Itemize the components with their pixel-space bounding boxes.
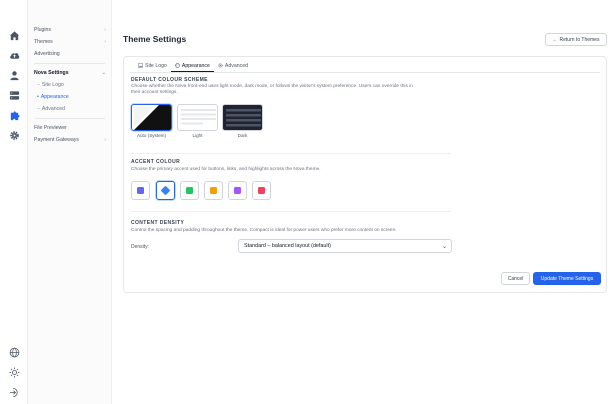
sidebar-item-label: Advanced: [41, 106, 65, 112]
density-label: Density:: [131, 244, 150, 250]
section-divider: [131, 153, 451, 154]
sidebar-subitem-advanced[interactable]: – Advanced: [28, 103, 111, 115]
sidebar-item-label: Payment Gateways: [34, 137, 79, 143]
accent-swatch-purple[interactable]: [228, 181, 247, 200]
scheme-label: Dark: [237, 133, 248, 138]
sidebar-divider: [34, 63, 105, 64]
swatch-chip: [137, 187, 144, 194]
scheme-thumb-auto: [131, 104, 172, 131]
tab-label: Appearance: [181, 62, 210, 69]
chevron-right-icon: ›: [104, 137, 106, 143]
section-title-colour-scheme: DEFAULT COLOUR SCHEME: [131, 77, 208, 83]
settings-sidebar: Plugins › Themes › Advertising Nova Sett…: [28, 0, 112, 404]
update-theme-settings-button[interactable]: Update Theme Settings: [533, 272, 601, 285]
sidebar-item-advertising[interactable]: Advertising: [28, 48, 111, 60]
section-desc-colour-scheme: Choose whether the Nova front-end uses l…: [131, 84, 413, 97]
logout-icon[interactable]: [8, 386, 20, 398]
user-icon[interactable]: [8, 69, 20, 81]
scheme-thumb-light: [177, 104, 218, 131]
accent-swatch-blue[interactable]: [156, 181, 175, 200]
sidebar-item-nova-settings[interactable]: Nova Settings ⌄: [28, 67, 111, 79]
sidebar-divider: [34, 118, 105, 119]
sidebar-item-label: Site Logo: [41, 82, 64, 88]
page-title: Theme Settings: [123, 34, 187, 44]
tab-label: Advanced: [224, 62, 248, 69]
sidebar-item-label: Plugins: [34, 27, 52, 33]
accent-swatch-indigo[interactable]: [131, 181, 150, 200]
arrow-left-icon: ←: [552, 36, 558, 43]
tab-site-logo[interactable]: Site Logo: [134, 60, 171, 72]
settings-card: Site Logo Appearance Advanced DEFAULT CO…: [123, 56, 607, 293]
sidebar-item-payment-gateways[interactable]: Payment Gateways ›: [28, 134, 111, 146]
sidebar-item-themes[interactable]: Themes ›: [28, 36, 111, 48]
scheme-label: Auto (System): [136, 133, 167, 138]
desc-line: their account settings.: [131, 90, 178, 96]
swatch-chip: [160, 185, 171, 196]
cloud-upload-icon[interactable]: [8, 49, 20, 61]
sidebar-item-label: Advertising: [34, 51, 60, 57]
home-icon[interactable]: [8, 29, 20, 41]
sidebar-subitem-site-logo[interactable]: – Site Logo: [28, 79, 111, 91]
icon-rail: [0, 0, 28, 404]
accent-swatch-rose[interactable]: [252, 181, 271, 200]
chevron-right-icon: ›: [104, 27, 106, 33]
return-to-themes-button[interactable]: ← Return to Themes: [545, 33, 607, 46]
sub-marker: –: [37, 82, 40, 88]
sidebar-item-label: File Previewer: [34, 125, 67, 131]
sub-marker: •: [37, 94, 39, 100]
chevron-down-icon: ⌄: [101, 70, 106, 76]
section-desc-density: Control the spacing and padding througho…: [131, 228, 397, 233]
scheme-label: Light: [192, 133, 203, 138]
tab-appearance[interactable]: Appearance: [170, 60, 214, 72]
gear-icon[interactable]: [8, 129, 20, 141]
database-icon[interactable]: [8, 89, 20, 101]
scheme-option-auto[interactable]: Auto (System): [131, 104, 172, 138]
sidebar-item-label: Appearance: [40, 94, 69, 100]
scheme-option-light[interactable]: Light: [177, 104, 218, 138]
section-title-density: CONTENT DENSITY: [131, 220, 185, 226]
sidebar-subitem-appearance[interactable]: • Appearance: [28, 91, 111, 103]
sun-icon[interactable]: [8, 366, 20, 378]
tab-label: Site Logo: [145, 62, 167, 69]
swatch-chip: [258, 187, 265, 194]
sidebar-item-file-previewer[interactable]: File Previewer: [28, 122, 111, 134]
chevron-right-icon: ›: [104, 39, 106, 45]
section-title-accent: ACCENT COLOUR: [131, 159, 181, 165]
cancel-button[interactable]: Cancel: [501, 272, 530, 285]
tabs-divider: [130, 72, 600, 73]
settings-tabs: Site Logo Appearance Advanced: [134, 60, 252, 72]
section-desc-accent: Choose the primary accent used for butto…: [131, 167, 321, 172]
section-divider: [131, 211, 451, 212]
density-value: Standard – balanced layout (default): [244, 243, 331, 249]
gear-icon: [218, 63, 223, 68]
chevron-down-icon: ⌄: [441, 244, 447, 250]
swatch-chip: [210, 187, 217, 194]
swatch-chip: [186, 187, 193, 194]
image-icon: [138, 63, 143, 68]
globe-icon[interactable]: [8, 346, 20, 358]
sidebar-item-label: Themes: [34, 39, 53, 45]
return-label: Return to Themes: [559, 36, 600, 43]
sidebar-item-label: Nova Settings: [34, 70, 69, 76]
scheme-thumb-dark: [222, 104, 263, 131]
density-select[interactable]: Standard – balanced layout (default) ⌄: [238, 239, 452, 253]
sub-marker: –: [37, 106, 40, 112]
scheme-option-dark[interactable]: Dark: [222, 104, 263, 138]
swatch-chip: [234, 187, 241, 194]
puzzle-icon[interactable]: [8, 109, 20, 121]
palette-icon: [175, 63, 180, 68]
tab-advanced[interactable]: Advanced: [214, 60, 252, 72]
accent-swatch-amber[interactable]: [204, 181, 223, 200]
accent-swatch-green[interactable]: [180, 181, 199, 200]
sidebar-item-plugins[interactable]: Plugins ›: [28, 24, 111, 36]
